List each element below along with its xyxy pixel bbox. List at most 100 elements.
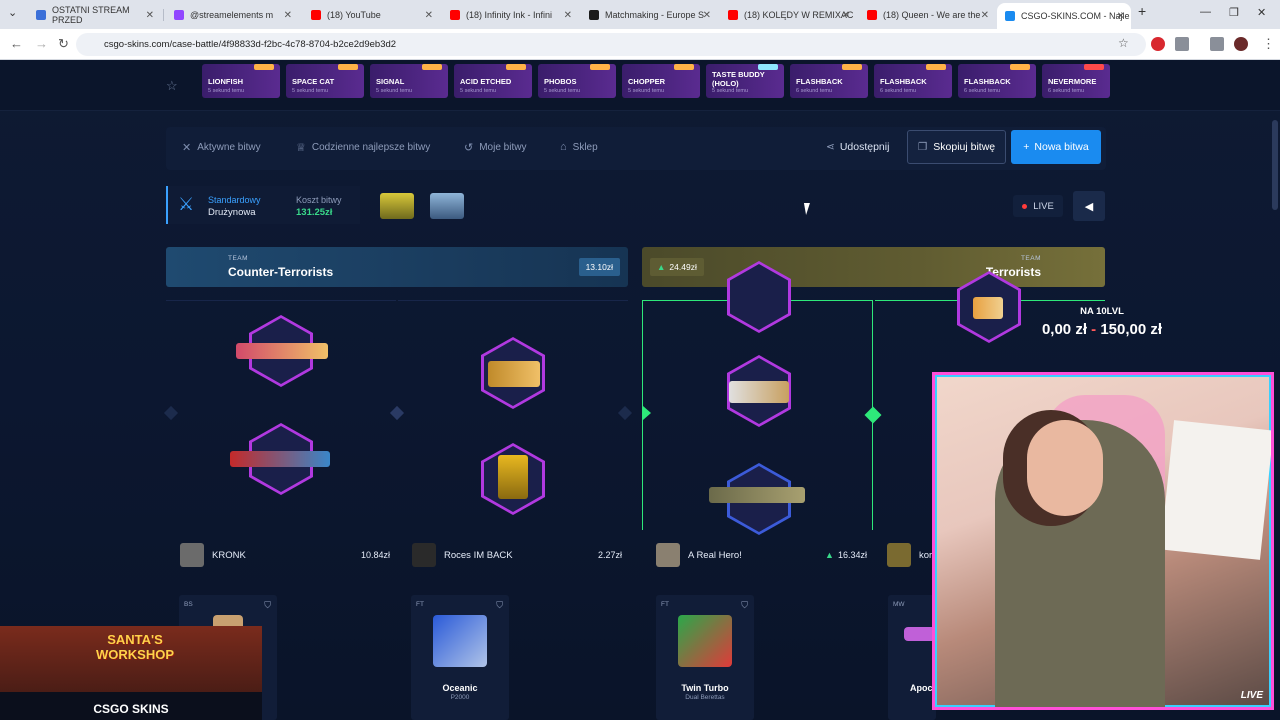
- arrow-up-icon: ▲: [825, 550, 834, 560]
- tab-daily-best[interactable]: ♕ Codzienne najlepsze bitwy: [296, 141, 430, 154]
- weapon-thumb: [590, 64, 610, 70]
- mode-type-value: Drużynowa: [208, 207, 256, 218]
- drop-item[interactable]: ACID ETCHED 5 sekund temu: [454, 64, 532, 98]
- drop-time: 6 sekund temu: [964, 88, 1001, 94]
- copy-battle-button[interactable]: ❐ Skopiuj bitwę: [907, 130, 1006, 164]
- browser-tab[interactable]: (18) Queen - We are the ✕: [859, 4, 995, 26]
- drop-item[interactable]: NEVERMORE 6 sekund temu: [1042, 64, 1110, 98]
- battle-cost-value: 131.25zł: [296, 207, 333, 218]
- tab-label: Codzienne najlepsze bitwy: [311, 142, 431, 153]
- player-row: A Real Hero! ▲ 16.34zł: [642, 536, 873, 574]
- arrow-up-icon: ▲: [657, 262, 666, 272]
- player-name[interactable]: A Real Hero!: [688, 550, 742, 561]
- weapon-image: [230, 451, 330, 467]
- browser-tab[interactable]: (18) KOLĘDY W REMIXAC ✕: [720, 4, 856, 26]
- tab-title: @streamelements m: [190, 10, 274, 20]
- tab-title: (18) YouTube: [327, 10, 381, 20]
- close-icon[interactable]: ✕: [842, 10, 850, 21]
- drop-name: LIONFISH: [208, 77, 243, 86]
- forward-icon[interactable]: →: [35, 36, 48, 51]
- won-item-card[interactable]: FT ⛉ Twin Turbo Dual Berettas: [656, 595, 754, 720]
- weapon-image: [236, 343, 328, 359]
- tab-shop[interactable]: ⌂ Sklep: [560, 141, 598, 153]
- browser-tab-active[interactable]: CSGO-SKINS.COM - Najle ✕: [997, 3, 1131, 29]
- drop-name: TASTE BUDDY (HOLO): [712, 70, 765, 88]
- drop-time: 6 sekund temu: [1048, 88, 1085, 94]
- browser-tab[interactable]: (18) Infinity Ink - Infini ✕: [442, 4, 578, 26]
- drop-time: 5 sekund temu: [544, 88, 581, 94]
- extension-icon[interactable]: [1151, 37, 1165, 51]
- close-icon[interactable]: ✕: [703, 10, 711, 21]
- player-reel: [398, 300, 628, 530]
- browser-tab[interactable]: Matchmaking - Europe S ✕: [581, 4, 717, 26]
- trophy-icon: ♕: [296, 142, 306, 154]
- close-icon[interactable]: ✕: [425, 10, 433, 21]
- avatar[interactable]: [656, 543, 680, 567]
- goal-target: 150,00 zł: [1100, 321, 1163, 338]
- puzzle-icon[interactable]: [1175, 37, 1189, 51]
- drop-item[interactable]: FLASHBACK 6 sekund temu: [958, 64, 1036, 98]
- close-window-icon[interactable]: ✕: [1257, 6, 1266, 19]
- avatar[interactable]: [412, 543, 436, 567]
- drop-time: 5 sekund temu: [712, 88, 749, 94]
- close-icon[interactable]: ✕: [284, 10, 292, 21]
- player-name[interactable]: KRONK: [212, 550, 246, 561]
- player-name[interactable]: Roces IM BACK: [444, 550, 513, 561]
- drop-item[interactable]: TASTE BUDDY (HOLO) 5 sekund temu: [706, 64, 784, 98]
- favicon-icon: [311, 10, 321, 20]
- promo-overlay: SANTA'S WORKSHOP CSGO SKINS: [0, 626, 262, 720]
- drop-item[interactable]: LIONFISH 5 sekund temu: [202, 64, 280, 98]
- share-button[interactable]: ⋖ Udostępnij: [826, 141, 889, 153]
- close-icon[interactable]: ✕: [1117, 11, 1125, 22]
- tab-my-battles[interactable]: ↺ Moje bitwy: [464, 141, 526, 154]
- won-item-card[interactable]: FT ⛉ Oceanic P2000: [411, 595, 509, 720]
- drop-item[interactable]: FLASHBACK 6 sekund temu: [790, 64, 868, 98]
- avatar[interactable]: [180, 543, 204, 567]
- new-tab-icon[interactable]: +: [1138, 3, 1146, 19]
- item-name: Twin Turbo: [681, 683, 729, 693]
- menu-list-icon[interactable]: [1210, 37, 1224, 51]
- profile-avatar[interactable]: [1234, 37, 1248, 51]
- reload-icon[interactable]: ↻: [58, 36, 69, 52]
- drop-item[interactable]: CHOPPER 5 sekund temu: [622, 64, 700, 98]
- browser-tab[interactable]: (18) YouTube ✕: [303, 4, 439, 26]
- browser-tab[interactable]: @streamelements m ✕: [166, 4, 298, 26]
- close-icon[interactable]: ✕: [146, 10, 154, 21]
- favorite-star-icon[interactable]: ☆: [166, 78, 178, 94]
- tab-title: (18) KOLĘDY W REMIXAC: [744, 10, 854, 20]
- kebab-menu-icon[interactable]: ⋮: [1262, 36, 1275, 52]
- won-item-card[interactable]: MW Apoc: [888, 595, 936, 720]
- close-icon[interactable]: ✕: [564, 10, 572, 21]
- share-icon: ⋖: [826, 141, 835, 153]
- player-name[interactable]: kor: [919, 550, 932, 561]
- avatar[interactable]: [887, 543, 911, 567]
- drop-item[interactable]: FLASHBACK 6 sekund temu: [874, 64, 952, 98]
- tab-active-battles[interactable]: ✕ Aktywne bitwy: [182, 141, 261, 154]
- browser-tab[interactable]: OSTATNI STREAM PRZED ✕: [28, 4, 160, 26]
- case-icon[interactable]: [430, 193, 464, 219]
- weapon-thumb: [422, 64, 442, 70]
- restore-icon[interactable]: ❐: [1229, 6, 1239, 19]
- weapon-thumb: [254, 64, 274, 70]
- goal-current: 0,00 zł: [1041, 321, 1087, 338]
- tab-search-icon[interactable]: ⌄: [8, 6, 17, 19]
- favicon-icon: [867, 10, 877, 20]
- back-icon[interactable]: ←: [10, 36, 23, 51]
- page-scrollbar[interactable]: [1272, 120, 1278, 210]
- drop-time: 5 sekund temu: [292, 88, 329, 94]
- live-dot-icon: [1022, 203, 1028, 209]
- bookmark-star-icon[interactable]: ☆: [1118, 36, 1129, 50]
- case-icon[interactable]: [380, 193, 414, 219]
- drop-item[interactable]: SIGNAL 5 sekund temu: [370, 64, 448, 98]
- close-icon[interactable]: ✕: [981, 10, 989, 21]
- item-condition: FT: [416, 601, 424, 608]
- weapon-thumb: [1010, 64, 1030, 70]
- minimize-icon[interactable]: —: [1200, 6, 1211, 18]
- drop-item[interactable]: PHOBOS 5 sekund temu: [538, 64, 616, 98]
- url-input[interactable]: csgo-skins.com/case-battle/4f98833d-f2bc…: [76, 33, 1146, 56]
- new-battle-button[interactable]: + Nowa bitwa: [1011, 130, 1101, 164]
- player-reel-winning: [642, 261, 873, 535]
- sound-toggle-button[interactable]: ◀: [1073, 191, 1105, 221]
- drop-item[interactable]: SPACE CAT 5 sekund temu: [286, 64, 364, 98]
- player-value: ▲ 16.34zł: [825, 550, 867, 560]
